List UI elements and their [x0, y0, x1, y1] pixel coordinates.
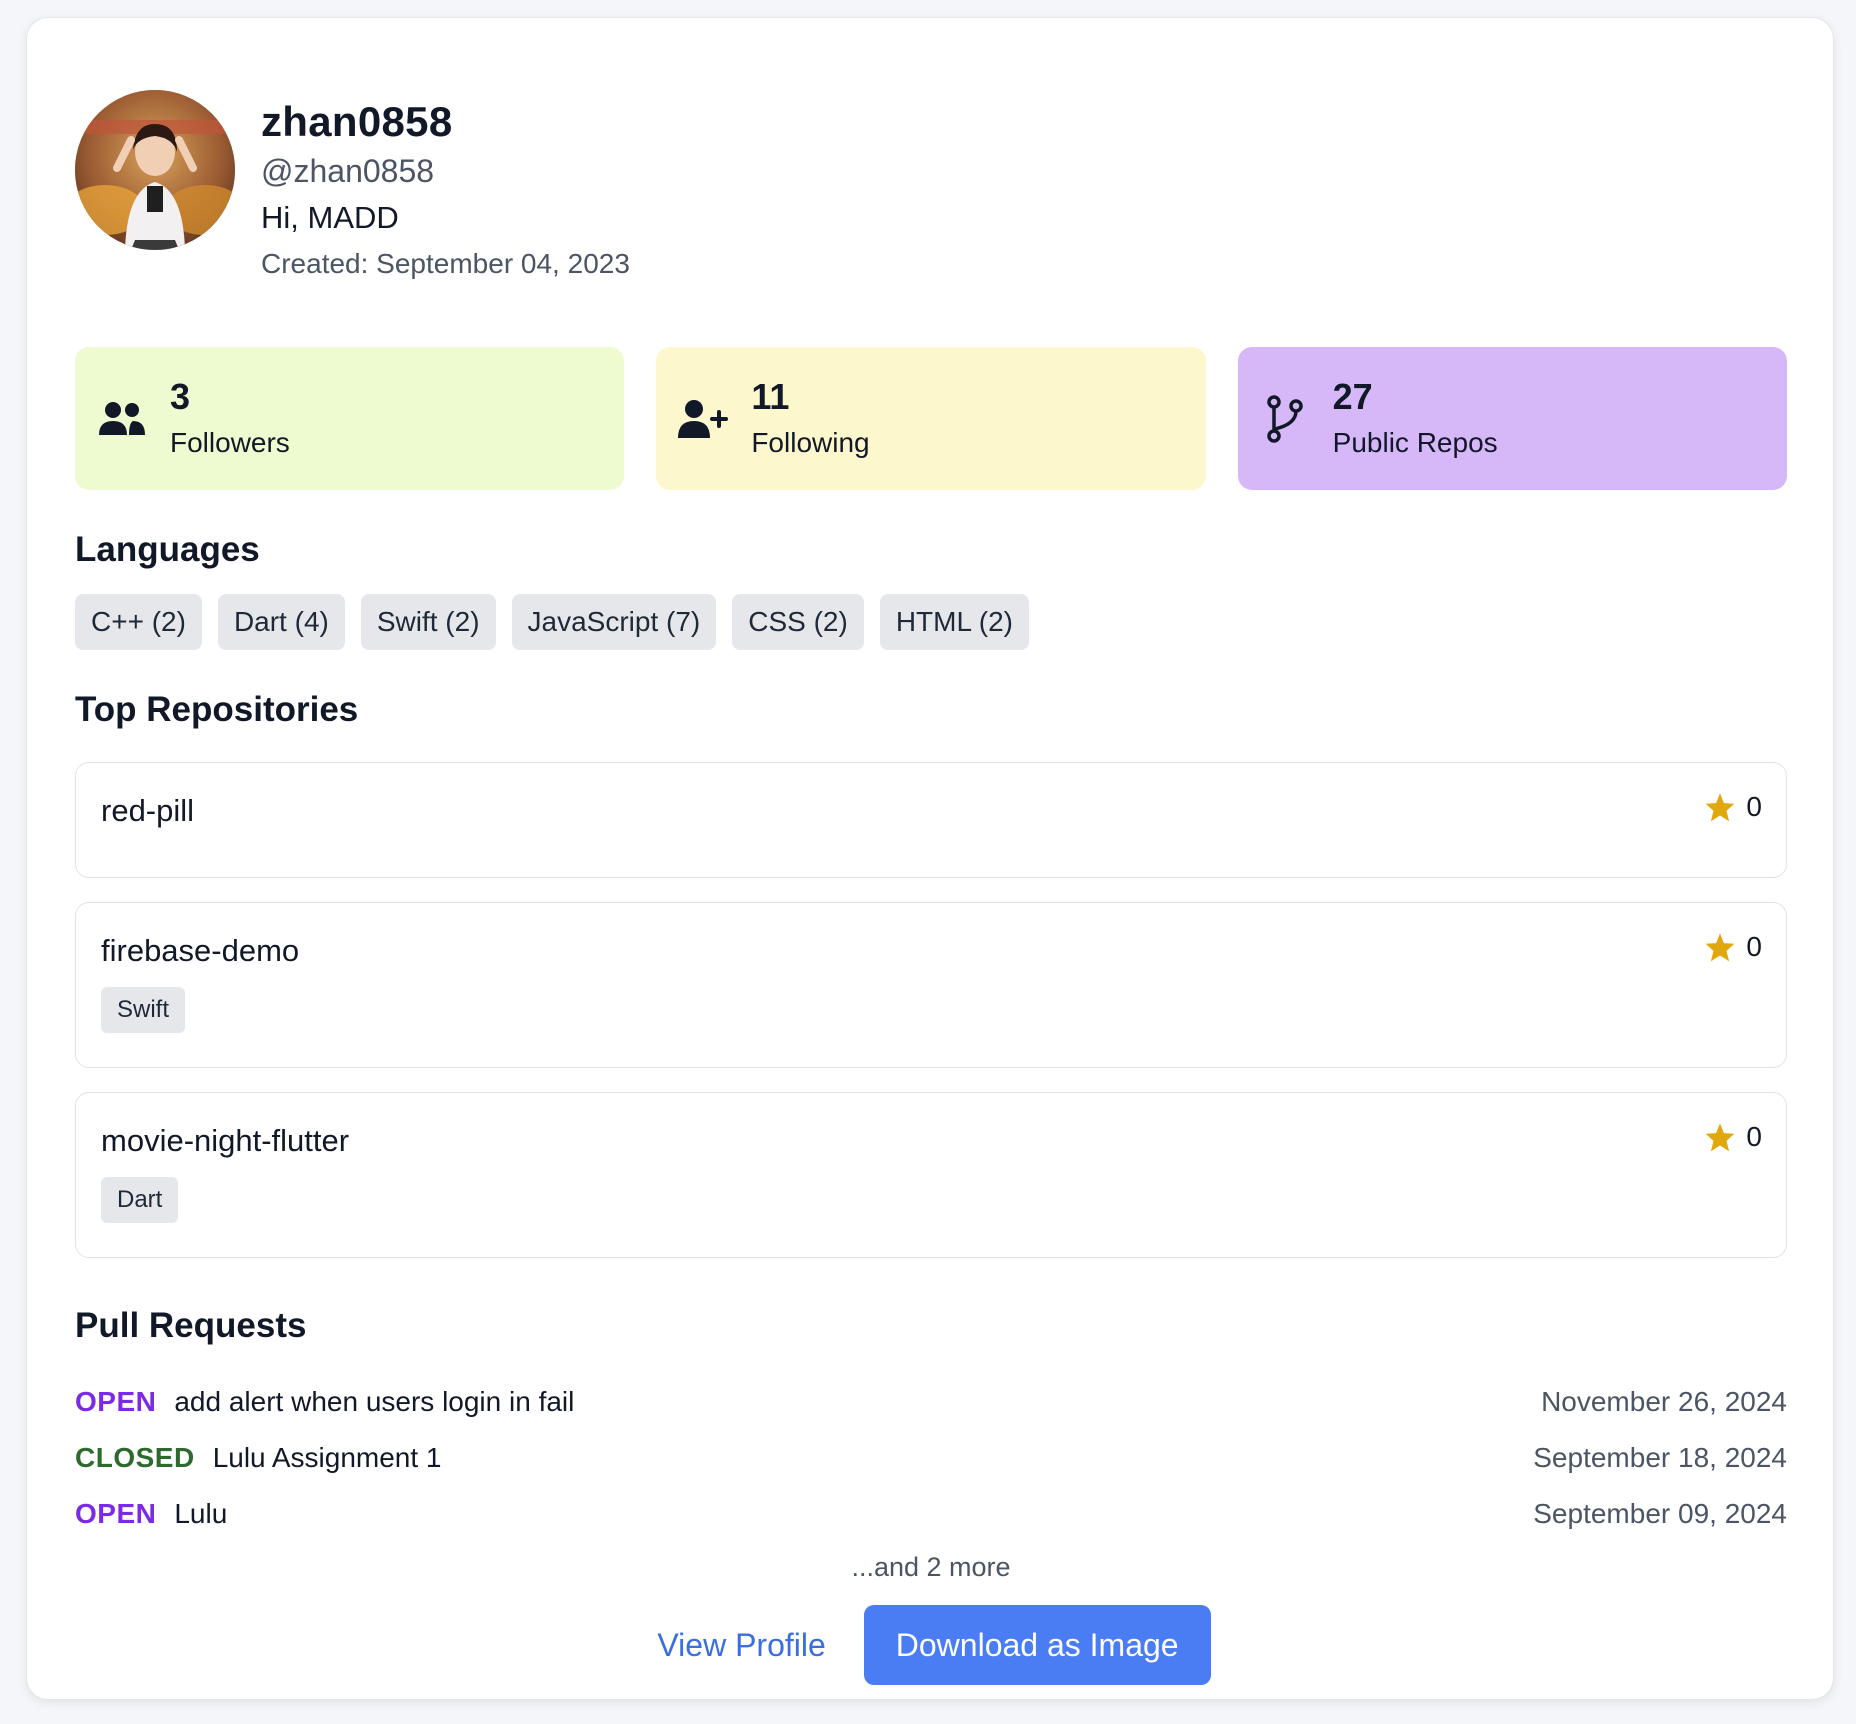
- pr-status-badge: OPEN: [75, 1386, 157, 1417]
- pr-date: September 09, 2024: [1533, 1498, 1787, 1529]
- language-tag: Swift (2): [360, 594, 496, 650]
- repo-stars: 0: [1704, 1121, 1762, 1153]
- language-tag: HTML (2): [879, 594, 1030, 650]
- more-pull-requests-text: ...and 2 more: [851, 1552, 1011, 1582]
- following-label: Following: [751, 426, 870, 458]
- followers-label: Followers: [170, 426, 290, 458]
- pull-requests-list: OPEN add alert when users login in fail …: [75, 1374, 1787, 1542]
- language-tag: Dart (4): [217, 594, 345, 650]
- languages-list: C++ (2) Dart (4) Swift (2) JavaScript (7…: [75, 594, 1787, 650]
- stat-followers: 3 Followers: [75, 347, 625, 490]
- repo-card[interactable]: red-pill 0: [75, 762, 1787, 878]
- pr-date: November 26, 2024: [1541, 1386, 1787, 1417]
- star-icon: [1706, 933, 1735, 962]
- pr-date: September 18, 2024: [1533, 1442, 1787, 1473]
- pr-title[interactable]: Lulu: [174, 1498, 1533, 1530]
- pr-title[interactable]: add alert when users login in fail: [174, 1386, 1541, 1418]
- repo-star-count: 0: [1746, 791, 1762, 822]
- repo-stars: 0: [1704, 791, 1762, 823]
- profile-handle: @zhan0858: [261, 153, 435, 189]
- users-icon: [97, 394, 147, 444]
- language-tag: C++ (2): [75, 594, 202, 650]
- language-tag: JavaScript (7): [511, 594, 717, 650]
- repo-name[interactable]: firebase-demo: [101, 929, 1762, 973]
- repo-name[interactable]: red-pill: [101, 789, 1762, 833]
- repo-name[interactable]: movie-night-flutter: [101, 1119, 1762, 1163]
- stat-public-repos: 27 Public Repos: [1237, 347, 1787, 490]
- view-profile-link[interactable]: View Profile: [651, 1626, 831, 1665]
- pr-status-badge: OPEN: [75, 1498, 157, 1529]
- repo-card[interactable]: firebase-demo Swift 0: [75, 902, 1787, 1068]
- actions-row: View Profile Download as Image: [75, 1605, 1787, 1685]
- public-repos-count: 27: [1332, 375, 1373, 417]
- public-repos-label: Public Repos: [1332, 426, 1498, 458]
- star-icon: [1706, 1123, 1735, 1152]
- user-plus-icon: [678, 394, 729, 444]
- pull-requests-heading: Pull Requests: [75, 1306, 307, 1345]
- pull-request-row[interactable]: OPEN add alert when users login in fail …: [75, 1374, 1787, 1430]
- repo-stars: 0: [1704, 931, 1762, 963]
- pull-request-row[interactable]: OPEN Lulu September 09, 2024: [75, 1486, 1787, 1542]
- download-as-image-button[interactable]: Download as Image: [863, 1605, 1211, 1685]
- profile-card: zhan0858 @zhan0858 Hi, MADD Created: Sep…: [26, 17, 1834, 1700]
- repo-card[interactable]: movie-night-flutter Dart 0: [75, 1092, 1787, 1258]
- repo-language-tag: Swift: [101, 987, 186, 1033]
- profile-bio: Hi, MADD: [261, 200, 399, 235]
- avatar: [75, 90, 235, 250]
- stats-row: 3 Followers 11 Following 27 Public Repos: [75, 347, 1787, 490]
- repo-language-tag: Dart: [101, 1177, 179, 1223]
- language-tag: CSS (2): [732, 594, 864, 650]
- repo-star-count: 0: [1746, 1121, 1762, 1152]
- pr-status-badge: CLOSED: [75, 1442, 195, 1473]
- top-repositories-heading: Top Repositories: [75, 690, 359, 729]
- pr-title[interactable]: Lulu Assignment 1: [213, 1442, 1534, 1474]
- stat-following: 11 Following: [656, 347, 1206, 490]
- followers-count: 3: [170, 375, 191, 417]
- profile-created-date: Created: September 04, 2023: [261, 248, 630, 279]
- repo-star-count: 0: [1746, 931, 1762, 962]
- profile-name: zhan0858: [261, 98, 453, 145]
- languages-heading: Languages: [75, 530, 260, 569]
- following-count: 11: [751, 375, 790, 417]
- pull-request-row[interactable]: CLOSED Lulu Assignment 1 September 18, 2…: [75, 1430, 1787, 1486]
- star-icon: [1706, 793, 1735, 822]
- repositories-list: red-pill 0 firebase-demo Swift 0 movie-n…: [75, 762, 1787, 1258]
- profile-header: zhan0858 @zhan0858 Hi, MADD Created: Sep…: [75, 90, 1787, 290]
- git-branch-icon: [1260, 394, 1310, 444]
